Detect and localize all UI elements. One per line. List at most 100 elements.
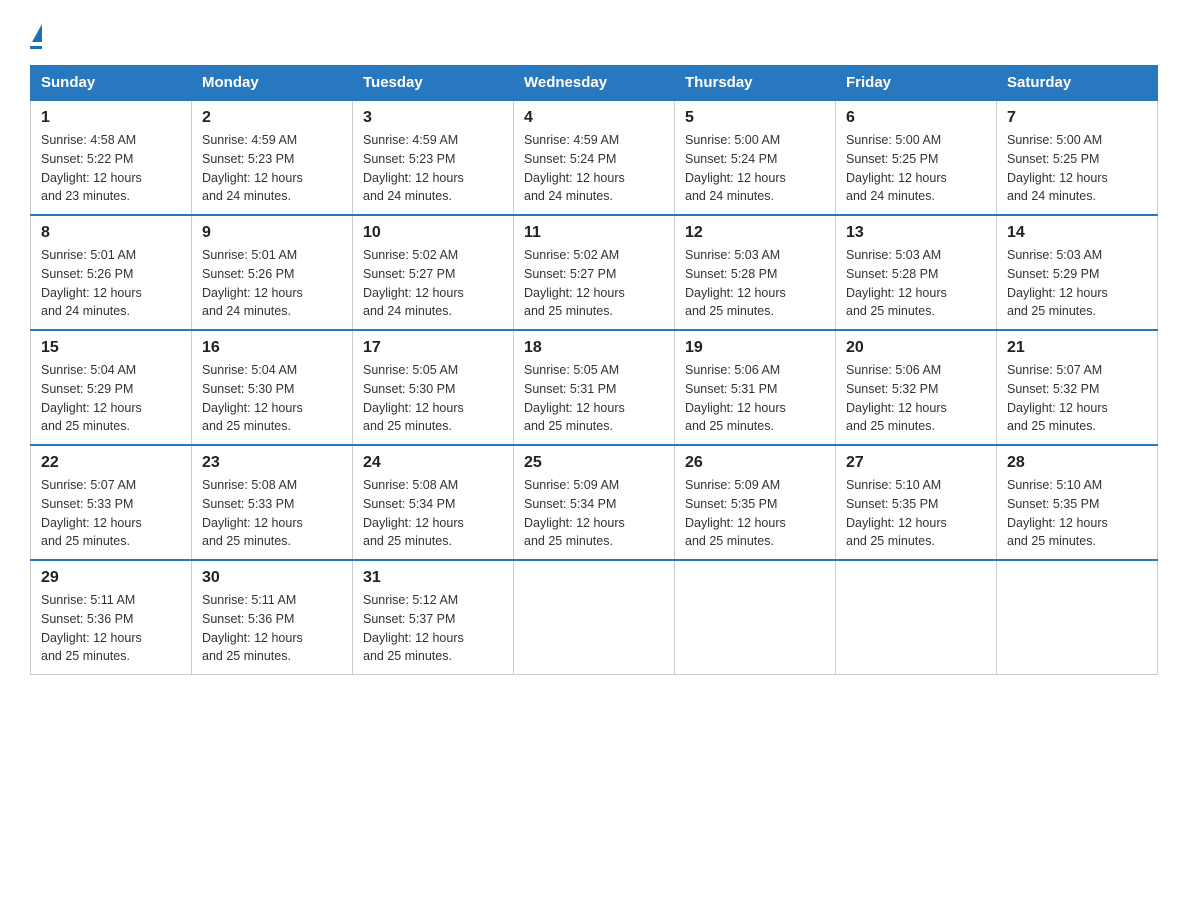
calendar-week-row: 22 Sunrise: 5:07 AMSunset: 5:33 PMDayligh…: [31, 445, 1158, 560]
calendar-week-row: 8Sunrise: 5:01 AMSunset: 5:26 PMDaylight…: [31, 215, 1158, 330]
day-info: Sunrise: 4:59 AMSunset: 5:23 PMDaylight:…: [202, 131, 342, 206]
calendar-day-cell: 25Sunrise: 5:09 AMSunset: 5:34 PMDayligh…: [514, 445, 675, 560]
calendar-day-cell: [836, 560, 997, 675]
day-info: Sunrise: 5:09 AMSunset: 5:35 PMDaylight:…: [685, 476, 825, 551]
calendar-week-row: 15 Sunrise: 5:04 AMSunset: 5:29 PMDayligh…: [31, 330, 1158, 445]
day-number: 12: [685, 224, 825, 242]
calendar-day-cell: 15 Sunrise: 5:04 AMSunset: 5:29 PMDayligh…: [31, 330, 192, 445]
day-number: 16: [202, 339, 342, 357]
day-info: Sunrise: 5:07 AMSunset: 5:32 PMDaylight:…: [1007, 361, 1147, 436]
day-info: Sunrise: 4:59 AMSunset: 5:23 PMDaylight:…: [363, 131, 503, 206]
calendar-day-cell: 11 Sunrise: 5:02 AMSunset: 5:27 PMDayligh…: [514, 215, 675, 330]
day-info: Sunrise: 5:12 AMSunset: 5:37 PMDaylight:…: [363, 591, 503, 666]
day-info: Sunrise: 5:02 AMSunset: 5:27 PMDaylight:…: [363, 246, 503, 321]
calendar-day-cell: [675, 560, 836, 675]
calendar-day-cell: 17Sunrise: 5:05 AMSunset: 5:30 PMDayligh…: [353, 330, 514, 445]
calendar-day-cell: 26Sunrise: 5:09 AMSunset: 5:35 PMDayligh…: [675, 445, 836, 560]
day-number: 4: [524, 109, 664, 127]
day-number: 13: [846, 224, 986, 242]
calendar-day-cell: 10 Sunrise: 5:02 AMSunset: 5:27 PMDayligh…: [353, 215, 514, 330]
day-number: 9: [202, 224, 342, 242]
day-info: Sunrise: 5:06 AMSunset: 5:31 PMDaylight:…: [685, 361, 825, 436]
calendar-day-cell: 7 Sunrise: 5:00 AMSunset: 5:25 PMDaylight…: [997, 100, 1158, 215]
day-number: 30: [202, 569, 342, 587]
day-info: Sunrise: 5:02 AMSunset: 5:27 PMDaylight:…: [524, 246, 664, 321]
day-number: 24: [363, 454, 503, 472]
column-header-friday: Friday: [836, 66, 997, 101]
day-info: Sunrise: 5:00 AMSunset: 5:25 PMDaylight:…: [846, 131, 986, 206]
day-number: 21: [1007, 339, 1147, 357]
calendar-day-cell: 21 Sunrise: 5:07 AMSunset: 5:32 PMDayligh…: [997, 330, 1158, 445]
day-info: Sunrise: 4:58 AMSunset: 5:22 PMDaylight:…: [41, 131, 181, 206]
day-info: Sunrise: 5:00 AMSunset: 5:25 PMDaylight:…: [1007, 131, 1147, 206]
column-header-saturday: Saturday: [997, 66, 1158, 101]
calendar-day-cell: [514, 560, 675, 675]
logo-triangle-icon: [32, 24, 42, 42]
day-info: Sunrise: 5:11 AMSunset: 5:36 PMDaylight:…: [41, 591, 181, 666]
day-info: Sunrise: 5:09 AMSunset: 5:34 PMDaylight:…: [524, 476, 664, 551]
day-number: 10: [363, 224, 503, 242]
calendar-day-cell: 23 Sunrise: 5:08 AMSunset: 5:33 PMDayligh…: [192, 445, 353, 560]
day-number: 23: [202, 454, 342, 472]
day-number: 19: [685, 339, 825, 357]
day-info: Sunrise: 5:08 AMSunset: 5:33 PMDaylight:…: [202, 476, 342, 551]
calendar-day-cell: 27Sunrise: 5:10 AMSunset: 5:35 PMDayligh…: [836, 445, 997, 560]
calendar-day-cell: 31 Sunrise: 5:12 AMSunset: 5:37 PMDayligh…: [353, 560, 514, 675]
calendar-table: SundayMondayTuesdayWednesdayThursdayFrid…: [30, 65, 1158, 675]
day-number: 28: [1007, 454, 1147, 472]
day-info: Sunrise: 5:07 AMSunset: 5:33 PMDaylight:…: [41, 476, 181, 551]
day-number: 20: [846, 339, 986, 357]
calendar-day-cell: 2 Sunrise: 4:59 AMSunset: 5:23 PMDaylight…: [192, 100, 353, 215]
calendar-day-cell: 4 Sunrise: 4:59 AMSunset: 5:24 PMDaylight…: [514, 100, 675, 215]
day-number: 11: [524, 224, 664, 242]
day-info: Sunrise: 5:00 AMSunset: 5:24 PMDaylight:…: [685, 131, 825, 206]
column-header-tuesday: Tuesday: [353, 66, 514, 101]
calendar-day-cell: 24 Sunrise: 5:08 AMSunset: 5:34 PMDayligh…: [353, 445, 514, 560]
calendar-header-row: SundayMondayTuesdayWednesdayThursdayFrid…: [31, 66, 1158, 101]
day-number: 29: [41, 569, 181, 587]
logo: [30, 24, 42, 49]
day-number: 2: [202, 109, 342, 127]
calendar-day-cell: 5 Sunrise: 5:00 AMSunset: 5:24 PMDaylight…: [675, 100, 836, 215]
column-header-monday: Monday: [192, 66, 353, 101]
day-number: 7: [1007, 109, 1147, 127]
day-info: Sunrise: 5:01 AMSunset: 5:26 PMDaylight:…: [202, 246, 342, 321]
calendar-day-cell: 12Sunrise: 5:03 AMSunset: 5:28 PMDayligh…: [675, 215, 836, 330]
day-info: Sunrise: 5:06 AMSunset: 5:32 PMDaylight:…: [846, 361, 986, 436]
calendar-day-cell: 1 Sunrise: 4:58 AMSunset: 5:22 PMDaylight…: [31, 100, 192, 215]
day-info: Sunrise: 5:08 AMSunset: 5:34 PMDaylight:…: [363, 476, 503, 551]
calendar-day-cell: 6Sunrise: 5:00 AMSunset: 5:25 PMDaylight…: [836, 100, 997, 215]
calendar-day-cell: 3 Sunrise: 4:59 AMSunset: 5:23 PMDaylight…: [353, 100, 514, 215]
day-info: Sunrise: 5:11 AMSunset: 5:36 PMDaylight:…: [202, 591, 342, 666]
day-number: 5: [685, 109, 825, 127]
day-info: Sunrise: 5:04 AMSunset: 5:30 PMDaylight:…: [202, 361, 342, 436]
day-info: Sunrise: 5:05 AMSunset: 5:31 PMDaylight:…: [524, 361, 664, 436]
calendar-day-cell: 14Sunrise: 5:03 AMSunset: 5:29 PMDayligh…: [997, 215, 1158, 330]
day-number: 22: [41, 454, 181, 472]
column-header-thursday: Thursday: [675, 66, 836, 101]
day-info: Sunrise: 5:10 AMSunset: 5:35 PMDaylight:…: [846, 476, 986, 551]
calendar-day-cell: 28Sunrise: 5:10 AMSunset: 5:35 PMDayligh…: [997, 445, 1158, 560]
day-number: 3: [363, 109, 503, 127]
calendar-day-cell: 30 Sunrise: 5:11 AMSunset: 5:36 PMDayligh…: [192, 560, 353, 675]
calendar-day-cell: 19 Sunrise: 5:06 AMSunset: 5:31 PMDayligh…: [675, 330, 836, 445]
day-info: Sunrise: 5:03 AMSunset: 5:28 PMDaylight:…: [846, 246, 986, 321]
calendar-week-row: 1 Sunrise: 4:58 AMSunset: 5:22 PMDaylight…: [31, 100, 1158, 215]
calendar-day-cell: 8Sunrise: 5:01 AMSunset: 5:26 PMDaylight…: [31, 215, 192, 330]
day-number: 31: [363, 569, 503, 587]
day-info: Sunrise: 5:03 AMSunset: 5:29 PMDaylight:…: [1007, 246, 1147, 321]
day-info: Sunrise: 5:05 AMSunset: 5:30 PMDaylight:…: [363, 361, 503, 436]
column-header-wednesday: Wednesday: [514, 66, 675, 101]
day-number: 1: [41, 109, 181, 127]
day-number: 15: [41, 339, 181, 357]
day-number: 18: [524, 339, 664, 357]
calendar-week-row: 29 Sunrise: 5:11 AMSunset: 5:36 PMDayligh…: [31, 560, 1158, 675]
day-info: Sunrise: 5:04 AMSunset: 5:29 PMDaylight:…: [41, 361, 181, 436]
page-header: [30, 24, 1158, 49]
calendar-day-cell: 9 Sunrise: 5:01 AMSunset: 5:26 PMDaylight…: [192, 215, 353, 330]
calendar-day-cell: 29 Sunrise: 5:11 AMSunset: 5:36 PMDayligh…: [31, 560, 192, 675]
day-info: Sunrise: 4:59 AMSunset: 5:24 PMDaylight:…: [524, 131, 664, 206]
logo-underline: [30, 46, 42, 49]
column-header-sunday: Sunday: [31, 66, 192, 101]
calendar-day-cell: [997, 560, 1158, 675]
